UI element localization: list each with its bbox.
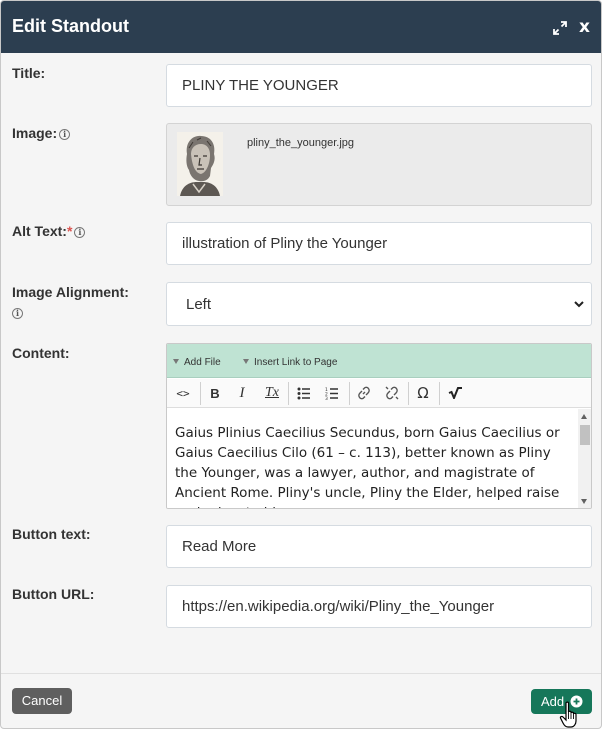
button-url-label: Button URL: xyxy=(12,586,95,602)
button-url-input[interactable]: https://en.wikipedia.org/wiki/Pliny_the_… xyxy=(166,585,592,628)
svg-text:3: 3 xyxy=(325,396,328,400)
dialog-title: Edit Standout xyxy=(12,16,129,36)
expand-icon[interactable] xyxy=(552,20,568,36)
special-character-button[interactable]: Ω xyxy=(412,379,434,407)
numbered-list-button[interactable]: 123 xyxy=(321,379,343,407)
image-alignment-select[interactable]: Left xyxy=(166,282,592,326)
editor-insert-bar: Add File Insert Link to Page xyxy=(167,344,591,378)
cancel-button[interactable]: Cancel xyxy=(12,688,72,714)
scrollbar-thumb[interactable] xyxy=(580,425,590,445)
italic-button[interactable]: I xyxy=(231,379,253,407)
edit-standout-dialog: Edit Standout x Title: PLINY THE YOUNGER… xyxy=(0,0,602,729)
caret-down-icon xyxy=(243,359,249,364)
insert-link-button[interactable]: Insert Link to Page xyxy=(243,357,337,368)
info-icon[interactable]: i xyxy=(59,129,71,140)
image-filename: pliny_the_younger.jpg xyxy=(247,137,355,149)
source-code-button[interactable]: <> xyxy=(169,379,197,407)
editor-content-area[interactable]: Gaius Plinius Caecilius Secundus, born G… xyxy=(167,409,577,508)
image-picker[interactable]: pliny_the_younger.jpg xyxy=(166,123,592,206)
scroll-down-arrow[interactable] xyxy=(581,499,587,504)
editor-content-text: Gaius Plinius Caecilius Secundus, born G… xyxy=(175,425,560,508)
caret-down-icon xyxy=(173,359,179,364)
hand-cursor-icon xyxy=(559,701,577,728)
math-formula-button[interactable] xyxy=(444,379,466,407)
portrait-thumbnail xyxy=(177,132,223,196)
info-icon[interactable]: i xyxy=(12,308,23,319)
required-marker: * xyxy=(66,223,73,239)
alignment-value: Left xyxy=(186,296,212,313)
bold-button[interactable]: B xyxy=(204,379,226,407)
image-label: Image: i xyxy=(12,125,71,141)
clear-format-button[interactable]: Tx xyxy=(260,379,284,407)
button-text-input[interactable]: Read More xyxy=(166,525,592,568)
chevron-down-icon xyxy=(574,301,584,308)
title-input[interactable]: PLINY THE YOUNGER xyxy=(166,64,592,107)
scroll-up-arrow[interactable] xyxy=(581,414,587,419)
editor-toolbar: <> B I Tx 123 Ω xyxy=(167,379,591,408)
info-icon[interactable]: i xyxy=(74,227,86,238)
square-root-icon xyxy=(448,387,462,399)
editor-scrollbar[interactable] xyxy=(578,409,591,508)
link-button[interactable] xyxy=(353,379,375,407)
dialog-header: Edit Standout x xyxy=(1,1,601,53)
add-file-button[interactable]: Add File xyxy=(173,357,221,368)
footer-divider xyxy=(1,673,601,674)
button-text-label: Button text: xyxy=(12,526,91,542)
content-label: Content: xyxy=(12,345,70,361)
image-alignment-label: Image Alignment: xyxy=(12,284,129,300)
numbered-list-icon: 123 xyxy=(325,387,338,400)
unlink-icon xyxy=(385,386,399,400)
rich-text-editor: Add File Insert Link to Page <> B I Tx 1… xyxy=(166,343,592,509)
alt-text-input[interactable]: illustration of Pliny the Younger xyxy=(166,222,592,265)
bulleted-list-button[interactable] xyxy=(293,379,315,407)
close-button[interactable]: x xyxy=(579,17,590,37)
alt-text-label: Alt Text:* i xyxy=(12,223,86,239)
title-label: Title: xyxy=(12,65,46,81)
bulleted-list-icon xyxy=(297,387,310,399)
link-icon xyxy=(358,386,370,400)
unlink-button[interactable] xyxy=(381,379,403,407)
